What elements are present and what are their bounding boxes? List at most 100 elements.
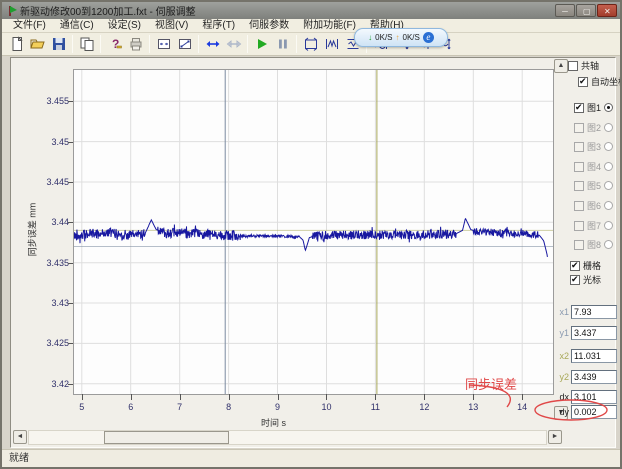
copy-icon [79,36,95,52]
plot-8-radio[interactable] [604,240,613,249]
plot-7-radio[interactable] [604,221,613,230]
y-tick-mark [68,222,73,223]
x-tick-mark [375,394,376,400]
grid-checkbox[interactable] [570,261,580,271]
pan-horizontal-alt-button[interactable] [223,34,244,54]
x-tick-label: 7 [169,402,191,412]
zoom-window-button[interactable] [300,34,321,54]
plot-2-radio[interactable] [604,123,613,132]
new-file-button[interactable] [6,34,27,54]
field-dx-value[interactable]: 3.101 [571,390,617,404]
plot-4: 图4 [574,160,613,173]
auto-coordinates-checkbox[interactable] [578,77,588,87]
y-axis-title: 同步误差 mm [26,195,39,265]
field-dy-label: dy [558,407,569,417]
plot-7-label: 图7 [587,219,601,232]
x-tick-label: 10 [315,402,337,412]
plot-7-checkbox[interactable] [574,221,584,231]
play-icon [254,36,270,52]
y-tick-mark [68,303,73,304]
menu-item-4[interactable]: 视图(V) [148,19,195,33]
help-button[interactable]: ? [104,34,125,54]
svg-text:?: ? [112,37,119,51]
y-tick-label: 3.455 [33,96,69,106]
menu-item-7[interactable]: 附加功能(F) [296,19,363,33]
plot-5-radio[interactable] [604,181,613,190]
fit-range-icon [156,36,172,52]
menu-bar: 文件(F)通信(C)设定(S)视图(V)程序(T)伺服参数附加功能(F)帮助(H… [2,19,620,33]
open-folder-button[interactable] [27,34,48,54]
plot-7: 图7 [574,219,613,232]
status-bar: 就绪 [2,449,620,467]
save-button[interactable] [48,34,69,54]
save-icon [51,36,67,52]
network-speed-widget[interactable]: ↓ 0K/S ↑ 0K/S e [354,28,448,47]
x-tick-mark [131,394,132,400]
field-x1: x17.93 [558,305,617,319]
play-button[interactable] [251,34,272,54]
download-speed: 0K/S [375,33,392,42]
plot-6-radio[interactable] [604,201,613,210]
plot-6-checkbox[interactable] [574,201,584,211]
y-tick-label: 3.45 [33,137,69,147]
copy-button[interactable] [76,34,97,54]
field-x2: x211.031 [558,349,617,363]
plot-2-checkbox[interactable] [574,123,584,133]
menu-item-6[interactable]: 伺服参数 [242,19,296,33]
minimize-button[interactable]: ─ [555,4,575,17]
x-tick-label: 11 [364,402,386,412]
maximize-button[interactable]: ▢ [576,4,596,17]
pan-horizontal-button[interactable] [202,34,223,54]
plot-8-checkbox[interactable] [574,240,584,250]
menu-item-1[interactable]: 文件(F) [6,19,53,33]
plot-1-radio[interactable] [604,103,613,112]
menu-item-3[interactable]: 设定(S) [101,19,148,33]
plot-3-radio[interactable] [604,142,613,151]
plot-5: 图5 [574,179,613,192]
menu-item-2[interactable]: 通信(C) [53,19,101,33]
chart-panel: 5678910111213143.423.4253.433.4353.443.4… [10,57,616,448]
plot-2-label: 图2 [587,121,601,134]
y-tick-mark [68,182,73,183]
field-x1-value[interactable]: 7.93 [571,305,617,319]
grid-label: 栅格 [583,259,601,272]
plot-3-checkbox[interactable] [574,142,584,152]
x-tick-mark [326,394,327,400]
auto-coordinates-label: 自动坐标 [591,75,622,88]
toolbar-separator [198,35,199,53]
window-title: 新驱动修改00到1200加工.fxt - 伺服调整 [20,3,554,18]
horizontal-scrollbar-thumb[interactable] [104,431,229,444]
plot-area[interactable] [73,69,554,395]
field-dy-value[interactable]: 0.002 [571,405,617,419]
pan-horizontal-icon [205,36,221,52]
fit-range-button[interactable] [153,34,174,54]
pause-button[interactable] [272,34,293,54]
field-y1-value[interactable]: 3.437 [571,326,617,340]
print-button[interactable] [125,34,146,54]
fit-range-2-button[interactable] [174,34,195,54]
coaxial: 共轴 [568,59,599,72]
upload-arrow-icon: ↑ [396,33,400,42]
x-tick-mark [229,394,230,400]
close-button[interactable]: ✕ [597,4,617,17]
print-icon [128,36,144,52]
plot-1-checkbox[interactable] [574,103,584,113]
plot-5-checkbox[interactable] [574,181,584,191]
title-bar[interactable]: 新驱动修改00到1200加工.fxt - 伺服调整 ─ ▢ ✕ [2,2,620,19]
field-y2-value[interactable]: 3.439 [571,370,617,384]
y-tick-label: 3.43 [33,298,69,308]
horizontal-scrollbar[interactable] [28,430,547,445]
field-dx-label: dx [558,392,569,402]
plot-4-checkbox[interactable] [574,162,584,172]
menu-item-5[interactable]: 程序(T) [195,19,242,33]
zoom-x-button[interactable] [321,34,342,54]
field-x2-value[interactable]: 11.031 [571,349,617,363]
scroll-left-button[interactable]: ◄ [13,430,27,444]
coaxial-checkbox[interactable] [568,61,578,71]
plot-4-radio[interactable] [604,162,613,171]
plot-5-label: 图5 [587,179,601,192]
field-dx: dx3.101 [558,390,617,404]
y-tick-label: 3.425 [33,338,69,348]
x-tick-label: 14 [511,402,533,412]
cursor-checkbox[interactable] [570,275,580,285]
